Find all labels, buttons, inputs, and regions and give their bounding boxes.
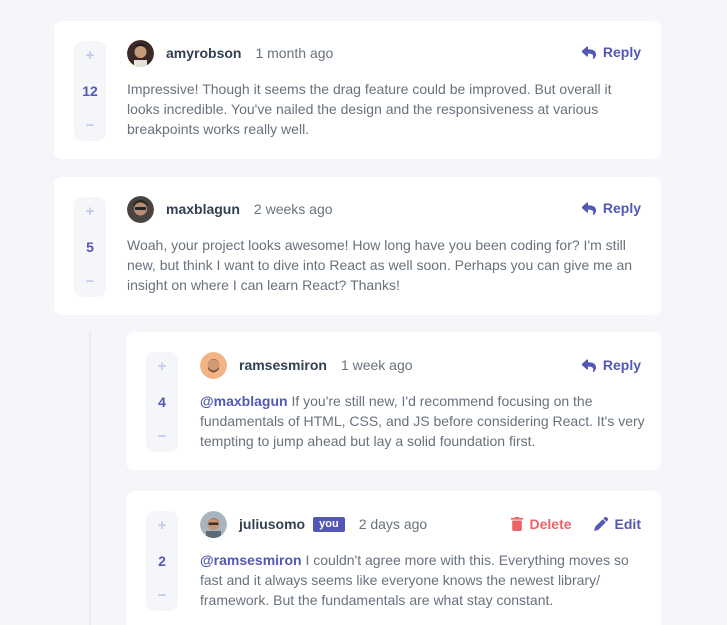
upvote-button[interactable]: + bbox=[86, 204, 95, 219]
comment-actions: Reply bbox=[581, 44, 641, 60]
comment-text: Impressive! Though it seems the drag fea… bbox=[127, 81, 612, 137]
reply-card: + 4 − ramsesmiron 1 week ago Reply @maxb… bbox=[126, 332, 661, 470]
comment-text: Woah, your project looks awesome! How lo… bbox=[127, 237, 633, 293]
username[interactable]: maxblagun bbox=[166, 201, 240, 217]
reply-label: Reply bbox=[602, 44, 641, 60]
score: 4 bbox=[158, 394, 166, 410]
comment-header: juliusomo you 2 days ago bbox=[200, 510, 427, 538]
delete-label: Delete bbox=[529, 516, 572, 532]
pencil-icon bbox=[593, 517, 608, 531]
upvote-button[interactable]: + bbox=[158, 518, 167, 533]
comment-actions: Reply bbox=[581, 200, 641, 216]
reply-card: + 2 − juliusomo you 2 days ago Delete Ed… bbox=[126, 491, 661, 625]
reply-icon bbox=[581, 358, 596, 372]
downvote-button[interactable]: − bbox=[86, 118, 95, 133]
upvote-button[interactable]: + bbox=[158, 359, 167, 374]
score: 12 bbox=[82, 83, 98, 99]
comment-text: @maxblagun If you're still new, I'd reco… bbox=[200, 391, 645, 451]
comment-header: amyrobson 1 month ago bbox=[127, 39, 333, 67]
comment-header: ramsesmiron 1 week ago bbox=[200, 351, 413, 379]
username[interactable]: juliusomo bbox=[239, 516, 305, 532]
vote-control: + 12 − bbox=[74, 41, 106, 141]
you-badge: you bbox=[313, 516, 345, 532]
downvote-button[interactable]: − bbox=[158, 429, 167, 444]
vote-control: + 2 − bbox=[146, 511, 178, 611]
comment-text: @ramsesmiron I couldn't agree more with … bbox=[200, 550, 635, 610]
comment-header: maxblagun 2 weeks ago bbox=[127, 195, 333, 223]
comment-actions: Delete Edit bbox=[510, 516, 641, 532]
avatar bbox=[200, 510, 227, 538]
vote-control: + 4 − bbox=[146, 352, 178, 452]
trash-icon bbox=[510, 517, 523, 531]
reply-label: Reply bbox=[602, 200, 641, 216]
avatar bbox=[127, 195, 154, 223]
edit-button[interactable]: Edit bbox=[593, 516, 641, 532]
downvote-button[interactable]: − bbox=[86, 274, 95, 289]
mention[interactable]: @maxblagun bbox=[200, 393, 288, 409]
score: 5 bbox=[86, 239, 94, 255]
upvote-button[interactable]: + bbox=[86, 48, 95, 63]
timestamp: 2 weeks ago bbox=[253, 201, 333, 217]
avatar bbox=[127, 39, 154, 67]
comment-card: + 12 − amyrobson 1 month ago Reply Impre… bbox=[54, 21, 661, 159]
username[interactable]: amyrobson bbox=[166, 45, 241, 61]
delete-button[interactable]: Delete bbox=[510, 516, 572, 532]
vote-control: + 5 − bbox=[74, 197, 106, 297]
comment-actions: Reply bbox=[581, 357, 641, 373]
reply-button[interactable]: Reply bbox=[581, 357, 641, 373]
timestamp: 2 days ago bbox=[358, 516, 428, 532]
mention[interactable]: @ramsesmiron bbox=[200, 552, 302, 568]
timestamp: 1 month ago bbox=[255, 45, 334, 61]
username[interactable]: ramsesmiron bbox=[239, 357, 327, 373]
reply-icon bbox=[581, 201, 596, 215]
reply-button[interactable]: Reply bbox=[581, 44, 641, 60]
downvote-button[interactable]: − bbox=[158, 588, 167, 603]
edit-label: Edit bbox=[614, 516, 641, 532]
reply-thread-line bbox=[89, 332, 91, 625]
reply-icon bbox=[581, 45, 596, 59]
comment-card: + 5 − maxblagun 2 weeks ago Reply Woah, … bbox=[54, 177, 661, 315]
reply-label: Reply bbox=[602, 357, 641, 373]
avatar bbox=[200, 351, 227, 379]
score: 2 bbox=[158, 553, 166, 569]
timestamp: 1 week ago bbox=[340, 357, 413, 373]
reply-button[interactable]: Reply bbox=[581, 200, 641, 216]
